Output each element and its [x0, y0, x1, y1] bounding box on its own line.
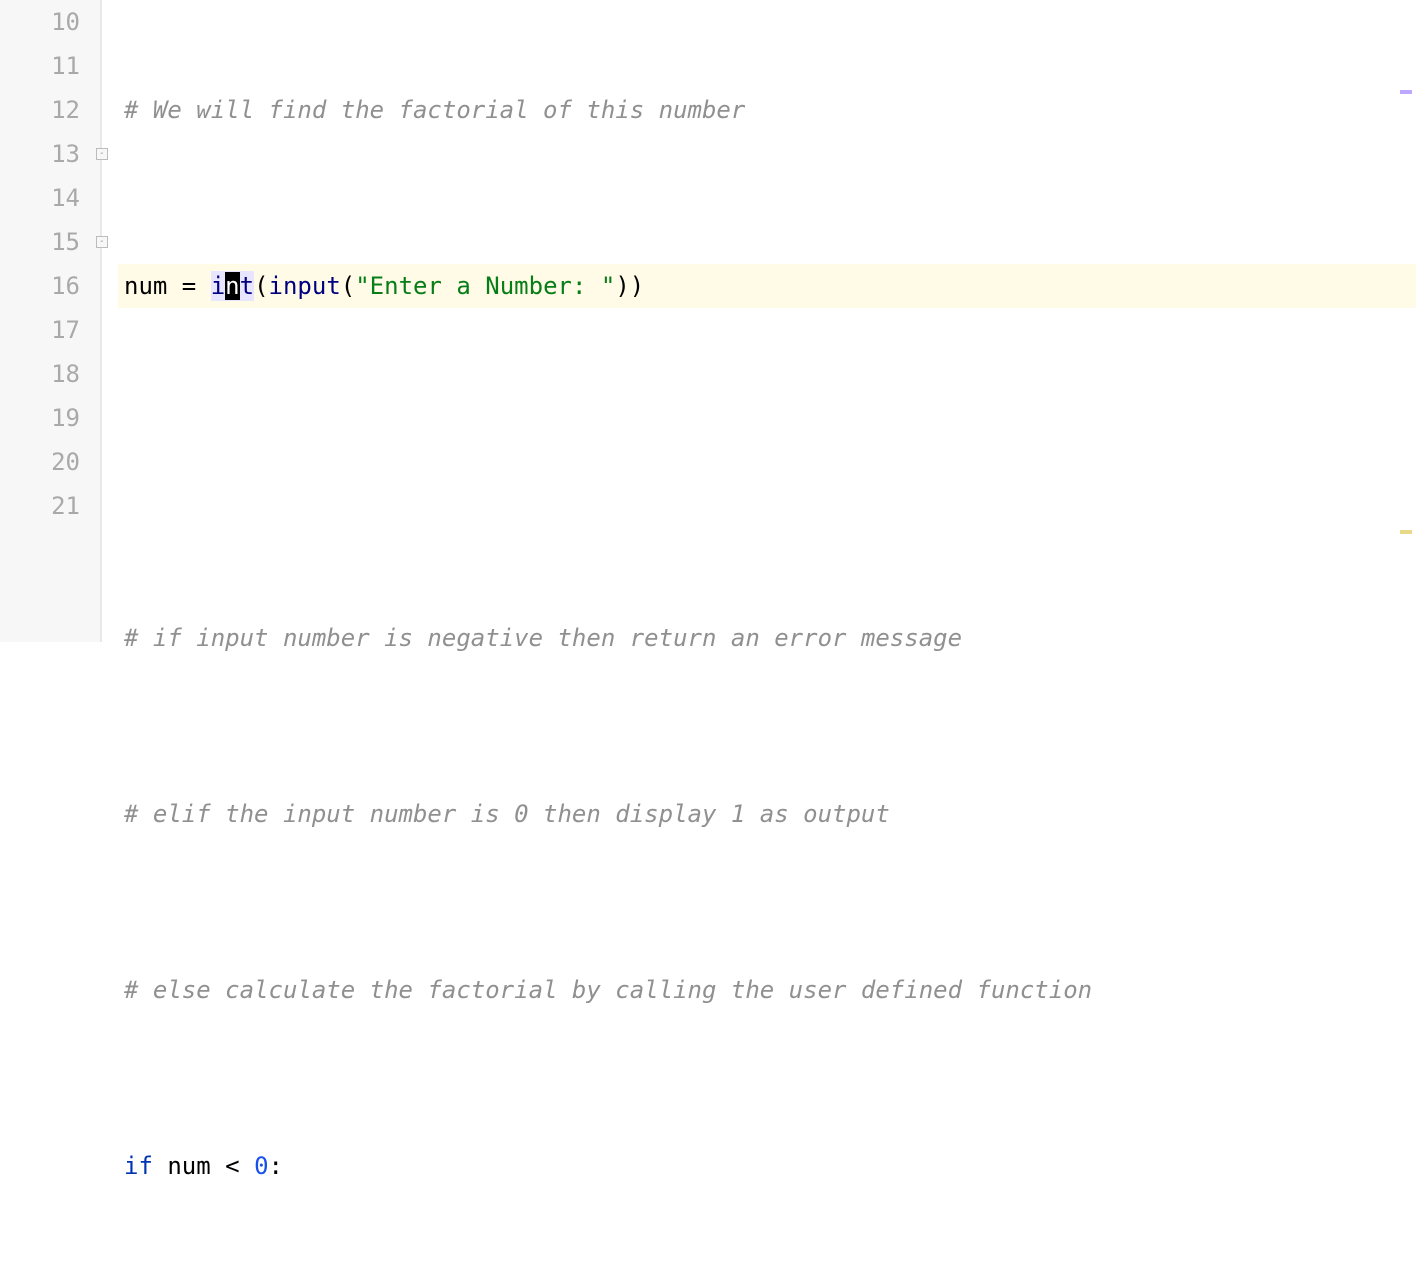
line-number: 20 — [0, 440, 80, 484]
line-number: 15 — [0, 220, 80, 264]
line-number: 17 — [0, 308, 80, 352]
comment: # We will find the factorial of this num… — [124, 96, 745, 124]
line-number: 16 — [0, 264, 80, 308]
code-line[interactable]: # if input number is negative then retur… — [118, 616, 1416, 660]
text-cursor: n — [225, 272, 239, 300]
code-line[interactable] — [118, 440, 1416, 484]
builtin-call: int — [211, 271, 254, 301]
keyword: if — [124, 1152, 167, 1180]
scrollbar-mark-highlight — [1400, 90, 1412, 94]
line-number: 19 — [0, 396, 80, 440]
scrollbar-mark-warning — [1400, 530, 1412, 534]
comment: # else calculate the factorial by callin… — [124, 976, 1092, 1004]
fold-end-icon[interactable]: - — [96, 236, 108, 248]
string-literal: "Enter a Number: " — [355, 272, 615, 300]
fold-gutter: - - — [100, 0, 118, 642]
fold-start-icon[interactable]: - — [96, 148, 108, 160]
line-number: 11 — [0, 44, 80, 88]
code-line-active[interactable]: num = int(input("Enter a Number: ")) — [118, 264, 1416, 308]
line-number-gutter: 10 11 12 13 14 15 16 17 18 19 20 21 — [0, 0, 100, 642]
line-number: 14 — [0, 176, 80, 220]
operator: = — [167, 272, 210, 300]
line-number: 13 — [0, 132, 80, 176]
variable: num — [124, 272, 167, 300]
code-editor[interactable]: # We will find the factorial of this num… — [118, 0, 1416, 642]
builtin-call: input — [269, 272, 341, 300]
line-number: 10 — [0, 0, 80, 44]
code-line[interactable]: # elif the input number is 0 then displa… — [118, 792, 1416, 836]
code-line[interactable]: # else calculate the factorial by callin… — [118, 968, 1416, 1012]
line-number: 21 — [0, 484, 80, 528]
code-line[interactable]: # We will find the factorial of this num… — [118, 88, 1416, 132]
line-number: 18 — [0, 352, 80, 396]
line-number: 12 — [0, 88, 80, 132]
code-line[interactable]: if num < 0: — [118, 1144, 1416, 1188]
comment: # elif the input number is 0 then displa… — [124, 800, 890, 828]
comment: # if input number is negative then retur… — [124, 624, 962, 652]
